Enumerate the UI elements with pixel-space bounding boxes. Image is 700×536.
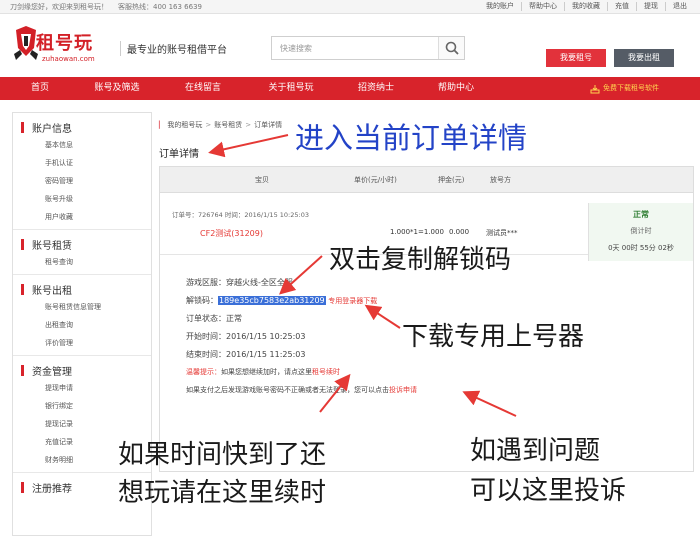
sidebar-section-title: 账户信息 (13, 118, 151, 136)
table-header: 宝贝 单价(元/小时) 押金(元) 放号方 (160, 167, 693, 193)
annotation-renew-line1: 如果时间快到了还 (118, 440, 327, 470)
unlock-code[interactable]: 189e35cb7583e2ab31209 (218, 296, 326, 305)
annotation-double-click: 双击复制解锁码 (329, 245, 512, 275)
site-logo[interactable]: 租号玩 zuhaowan.com (12, 24, 102, 68)
top-bar: 刀剑缘您好，欢迎来到租号玩！ 客服热线：400 163 6639 我的账户 帮助… (0, 0, 700, 14)
sidebar-section-title: 账号出租 (13, 280, 151, 298)
search-button[interactable] (438, 37, 464, 59)
top-link-account[interactable]: 我的账户 (479, 2, 521, 11)
status-badge: 正常 (633, 210, 649, 219)
annotation-enter-detail: 进入当前订单详情 (295, 121, 528, 155)
sidebar-section-account: 账户信息 基本信息 手机认证 密码管理 账号升级 用户收藏 (13, 113, 151, 230)
annotation-complain-line2: 可以这里投诉 (470, 476, 627, 506)
main-nav: 首页 账号及筛选 在线留言 关于租号玩 招资纳士 帮助中心 免费下载租号软件 (0, 77, 700, 100)
detail-tip: 温馨提示：如果您想继续加时，请点这里租号续时 (186, 367, 340, 377)
col-price: 单价(元/小时) (354, 176, 397, 184)
detail-end-time: 结束时间：2016/1/15 11:25:03 (186, 350, 306, 359)
annotation-renew-line2: 想玩请在这里续时 (118, 478, 327, 508)
sidebar-item-lend-query[interactable]: 出租查询 (13, 316, 151, 334)
sidebar-item-phone-auth[interactable]: 手机认证 (13, 154, 151, 172)
search-box[interactable]: 快速搜索 (271, 36, 465, 60)
main-content: ▏ 我的租号玩 > 账号租赁 > 订单详情 订单详情 宝贝 单价(元/小时) 押… (159, 112, 694, 472)
renew-link[interactable]: 租号续时 (312, 368, 340, 376)
brand-name: 租号玩 (36, 33, 93, 54)
breadcrumb: ▏ 我的租号玩 > 账号租赁 > 订单详情 (159, 120, 283, 130)
lend-account-button[interactable]: 我要出租 (614, 49, 674, 67)
sidebar-section-title: 账号租赁 (13, 235, 151, 253)
search-input[interactable]: 快速搜索 (280, 43, 312, 54)
col-renter: 放号方 (490, 176, 511, 184)
top-link-withdraw[interactable]: 提现 (636, 2, 665, 11)
download-software-label: 免费下载租号软件 (603, 84, 659, 92)
rent-account-button[interactable]: 我要租号 (546, 49, 606, 67)
slogan: 最专业的账号租借平台 (120, 41, 227, 56)
sidebar-item-withdraw-apply[interactable]: 提现申请 (13, 379, 151, 397)
sidebar-item-favorites[interactable]: 用户收藏 (13, 208, 151, 226)
nav-message[interactable]: 在线留言 (168, 77, 238, 100)
order-status-box: 正常 倒计时 0天 00时 55分 02秒 (588, 203, 693, 261)
sidebar-section-lend: 账号出租 账号租赁信息管理 出租查询 评价管理 (13, 275, 151, 356)
download-software-link[interactable]: 免费下载租号软件 (590, 77, 659, 100)
code-label: 解锁码： (186, 296, 218, 305)
nav-jobs[interactable]: 招资纳士 (346, 77, 406, 100)
detail-complain: 如果支付之后发现游戏账号密码不正确或者无法登录，您可以点击投诉申请 (186, 385, 417, 395)
sidebar-item-basic-info[interactable]: 基本信息 (13, 136, 151, 154)
breadcrumb-marker-icon: ▏ (159, 121, 165, 129)
nav-accounts[interactable]: 账号及筛选 (82, 77, 152, 100)
top-links: 我的账户 帮助中心 我的收藏 充值 提现 退出 (479, 2, 694, 11)
welcome-text: 刀剑缘您好，欢迎来到租号玩！ (10, 3, 108, 11)
sidebar-item-bank-bind[interactable]: 银行绑定 (13, 397, 151, 415)
complain-text: 如果支付之后发现游戏账号密码不正确或者无法登录，您可以点击 (186, 386, 389, 394)
sidebar-item-rent-query[interactable]: 租号查询 (13, 253, 151, 271)
top-link-favorites[interactable]: 我的收藏 (564, 2, 607, 11)
sidebar-section-title: 资金管理 (13, 361, 151, 379)
header: 租号玩 zuhaowan.com 最专业的账号租借平台 快速搜索 我要租号 我要… (0, 14, 700, 77)
sidebar-item-reviews[interactable]: 评价管理 (13, 334, 151, 352)
search-icon (445, 41, 459, 55)
sidebar-item-withdraw-log[interactable]: 提现记录 (13, 415, 151, 433)
col-item: 宝贝 (255, 176, 269, 184)
breadcrumb-rent[interactable]: 账号租赁 (214, 120, 242, 130)
detail-code-row: 解锁码：189e35cb7583e2ab31209 专用登录器下载 (186, 295, 377, 306)
nav-about[interactable]: 关于租号玩 (254, 77, 328, 100)
order-game-link[interactable]: CF2测试(31209) (200, 228, 263, 239)
top-link-help[interactable]: 帮助中心 (521, 2, 564, 11)
order-deposit: 0.000 (449, 228, 470, 236)
annotation-complain-line1: 如遇到问题 (470, 436, 601, 466)
nav-home[interactable]: 首页 (18, 77, 62, 100)
sidebar-item-upgrade[interactable]: 账号升级 (13, 190, 151, 208)
hotline-text: 客服热线：400 163 6639 (118, 3, 202, 11)
sidebar-section-rent: 账号租赁 租号查询 (13, 230, 151, 275)
tip-prefix: 温馨提示： (186, 368, 221, 376)
countdown-value: 0天 00时 55分 02秒 (608, 244, 674, 252)
breadcrumb-current: 订单详情 (254, 121, 283, 129)
detail-start-time: 开始时间：2016/1/15 10:25:03 (186, 332, 306, 341)
download-icon (590, 84, 600, 93)
top-link-recharge[interactable]: 充值 (607, 2, 636, 11)
brand-domain: zuhaowan.com (42, 55, 95, 63)
nav-help[interactable]: 帮助中心 (424, 77, 488, 100)
order-renter: 测试员*** (486, 229, 518, 237)
countdown-label: 倒计时 (630, 227, 652, 235)
col-deposit: 押金(元) (438, 176, 465, 184)
breadcrumb-home[interactable]: 我的租号玩 (167, 120, 202, 130)
top-link-logout[interactable]: 退出 (665, 2, 694, 11)
detail-status: 订单状态：正常 (186, 314, 242, 323)
sidebar-item-password[interactable]: 密码管理 (13, 172, 151, 190)
order-price: 1.000*1=1.000 (390, 228, 444, 236)
login-tool-download-link[interactable]: 专用登录器下载 (328, 297, 377, 305)
sidebar-item-lend-manage[interactable]: 账号租赁信息管理 (13, 298, 151, 316)
page-title: 订单详情 (159, 149, 199, 160)
detail-server: 游戏区服：穿越火线-全区全服 (186, 278, 293, 287)
complain-link[interactable]: 投诉申请 (389, 386, 417, 394)
annotation-download-tool: 下载专用上号器 (402, 322, 585, 352)
order-meta: 订单号：726764 时间：2016/1/15 10:25:03 (172, 211, 309, 219)
tip-text: 如果您想继续加时，请点这里 (221, 368, 312, 376)
